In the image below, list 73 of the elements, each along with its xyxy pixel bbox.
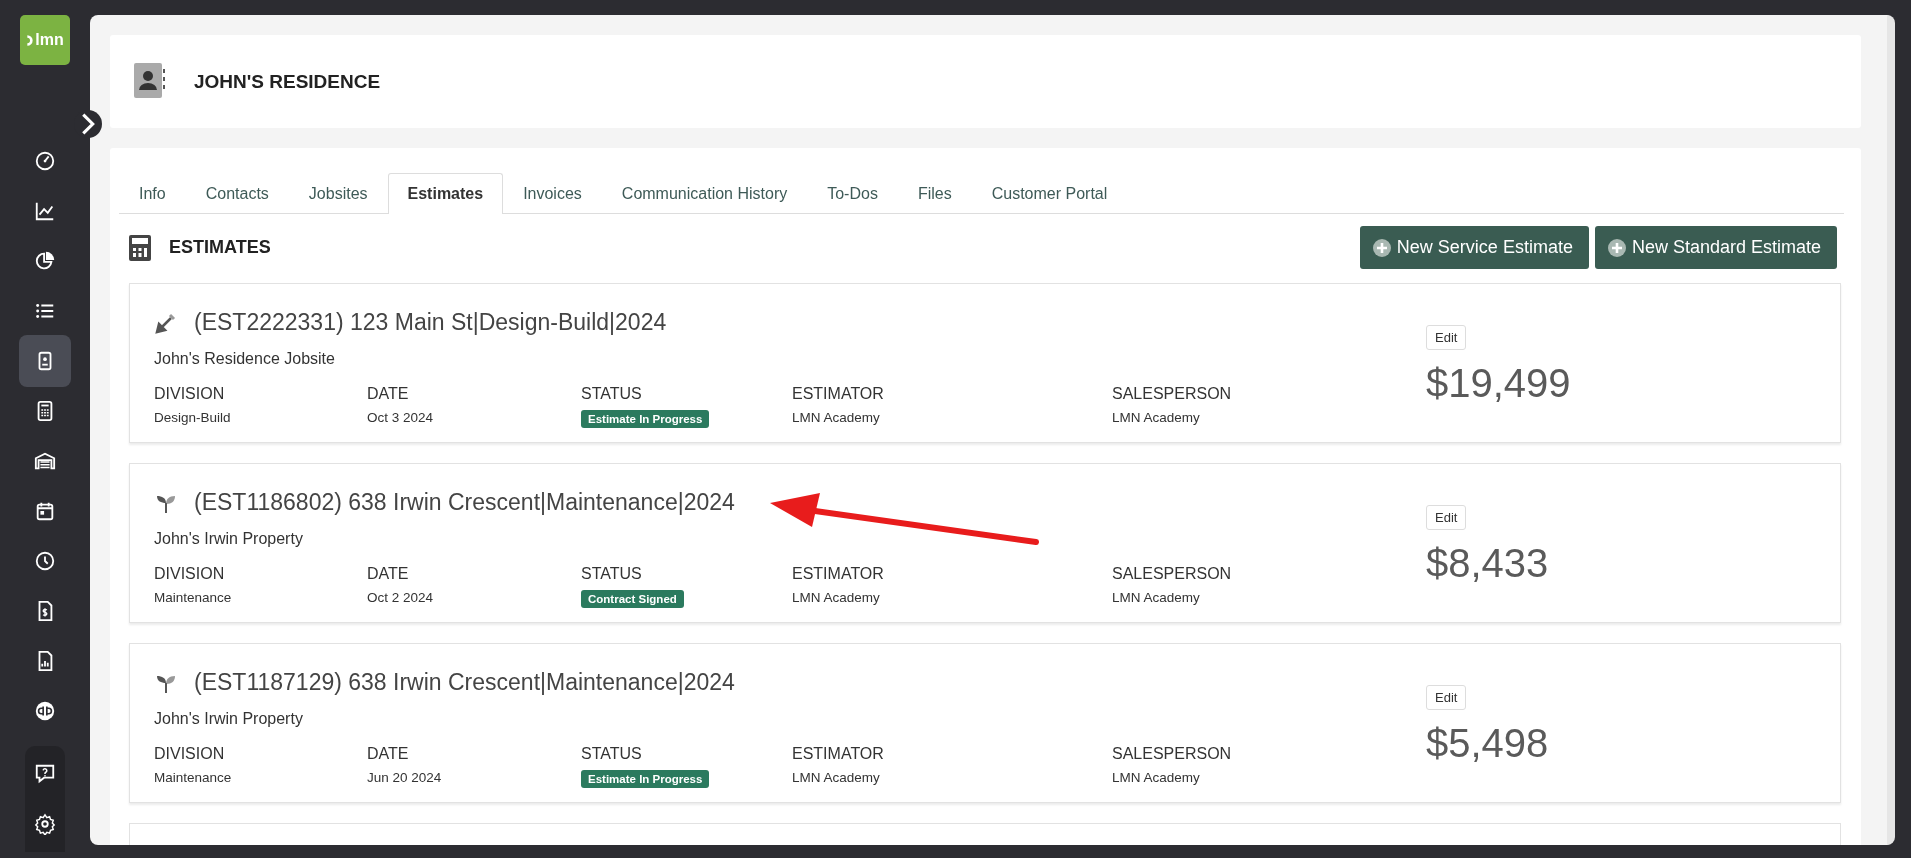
plus-circle-icon	[1607, 238, 1626, 257]
settings-icon	[34, 813, 56, 835]
gauge-icon	[34, 150, 56, 172]
tab[interactable]: Invoices	[503, 173, 602, 214]
field-label: DIVISION	[154, 385, 226, 403]
jobsite-name: John's Irwin Property	[154, 530, 304, 548]
address-book-icon	[134, 62, 166, 101]
tab[interactable]: Files	[897, 173, 972, 214]
section-title: ESTIMATES	[169, 237, 272, 258]
field-value: Design-Build	[154, 410, 231, 427]
field-label: DATE	[367, 565, 410, 583]
qb-icon	[34, 700, 56, 722]
new-estimate-button[interactable]: New Service Estimate	[1359, 226, 1589, 269]
field-value: LMN Academy	[1112, 770, 1200, 787]
field-label: DIVISION	[154, 565, 226, 583]
estimate-total: $5,498	[1426, 721, 1549, 766]
field-label: DIVISION	[154, 745, 226, 763]
tab[interactable]: Customer Portal	[971, 173, 1128, 214]
logo-mark-icon	[26, 34, 35, 46]
clock-icon	[34, 550, 56, 572]
tab[interactable]: Estimates	[387, 173, 504, 214]
calendar-icon	[34, 500, 56, 522]
field-label: SALESPERSON	[1112, 565, 1233, 583]
jobsite-name: John's Residence Jobsite	[154, 350, 336, 368]
tab[interactable]: Jobsites	[288, 173, 388, 214]
field-label: STATUS	[581, 745, 643, 763]
field-label: DATE	[367, 385, 410, 403]
field-value: Oct 3 2024	[367, 410, 434, 427]
status-badge: Estimate In Progress	[581, 410, 710, 428]
field-value: LMN Academy	[1112, 410, 1200, 427]
garage-icon	[34, 450, 56, 472]
plus-circle-icon	[1372, 238, 1391, 257]
field-value: Maintenance	[154, 770, 232, 787]
sidebar-item[interactable]	[19, 335, 71, 387]
pie-chart-icon	[34, 250, 56, 272]
estimate-card[interactable]: (EST1187129) 638 Irwin Crescent|Maintenance|2024 John's Irwin Property DIVISION DATE STATUS ESTIMATOR SALESPERSON Maintenance Jun 20 2024 Estimate In Progress LMN Academy LMN Academy Edit $5,498	[129, 643, 1841, 803]
calculator-icon	[129, 234, 151, 261]
estimate-card[interactable]: (EST2222331) 123 Main St|Design-Build|2024 John's Residence Jobsite DIVISION DATE STATUS ESTIMATOR SALESPERSON Design-Build Oct 3 2024 Estimate In Progress LMN Academy LMN Academy Edit $19,499	[129, 283, 1841, 443]
field-label: STATUS	[581, 565, 643, 583]
field-label: SALESPERSON	[1112, 745, 1233, 763]
new-estimate-button[interactable]: New Standard Estimate	[1594, 226, 1837, 269]
estimate-card[interactable]: (EST1186802) 638 Irwin Crescent|Maintenance|2024 John's Irwin Property DIVISION DATE STATUS ESTIMATOR SALESPERSON Maintenance Oct 2 2024 Contract Signed LMN Academy LMN Academy Edit $8,433	[129, 463, 1841, 623]
estimate-title[interactable]: (EST2222331) 123 Main St|Design-Build|2024	[194, 309, 667, 336]
estimate-total: $19,499	[1426, 361, 1571, 406]
field-label: ESTIMATOR	[792, 745, 885, 763]
estimate-title[interactable]: (EST1186802) 638 Irwin Crescent|Maintenance|2024	[194, 489, 735, 516]
edit-button[interactable]: Edit	[1426, 685, 1467, 710]
field-value: LMN Academy	[792, 410, 880, 427]
tab[interactable]: Contacts	[185, 173, 289, 214]
help-icon	[34, 763, 56, 785]
field-label: ESTIMATOR	[792, 565, 885, 583]
tab[interactable]: To-Dos	[807, 173, 898, 214]
field-label: SALESPERSON	[1112, 385, 1233, 403]
estimate-total: $8,433	[1426, 541, 1549, 586]
jobsite-name: John's Irwin Property	[154, 710, 304, 728]
field-value: Oct 2 2024	[367, 590, 434, 607]
field-value: LMN Academy	[792, 770, 880, 787]
edit-button[interactable]: Edit	[1426, 505, 1467, 530]
tab[interactable]: Communication History	[601, 173, 808, 214]
field-value: Jun 20 2024	[367, 770, 442, 787]
page-title: JOHN'S RESIDENCE	[194, 70, 381, 93]
field-value: LMN Academy	[1112, 590, 1200, 607]
status-badge: Estimate In Progress	[581, 770, 710, 788]
field-value: LMN Academy	[792, 590, 880, 607]
field-label: DATE	[367, 745, 410, 763]
line-chart-icon	[34, 200, 56, 222]
field-value: Maintenance	[154, 590, 232, 607]
field-label: STATUS	[581, 385, 643, 403]
status-badge: Contract Signed	[581, 590, 684, 608]
edit-button[interactable]: Edit	[1426, 325, 1467, 350]
tab[interactable]: Info	[119, 173, 186, 214]
field-label: ESTIMATOR	[792, 385, 885, 403]
estimate-title[interactable]: (EST1187129) 638 Irwin Crescent|Maintenance|2024	[194, 669, 735, 696]
